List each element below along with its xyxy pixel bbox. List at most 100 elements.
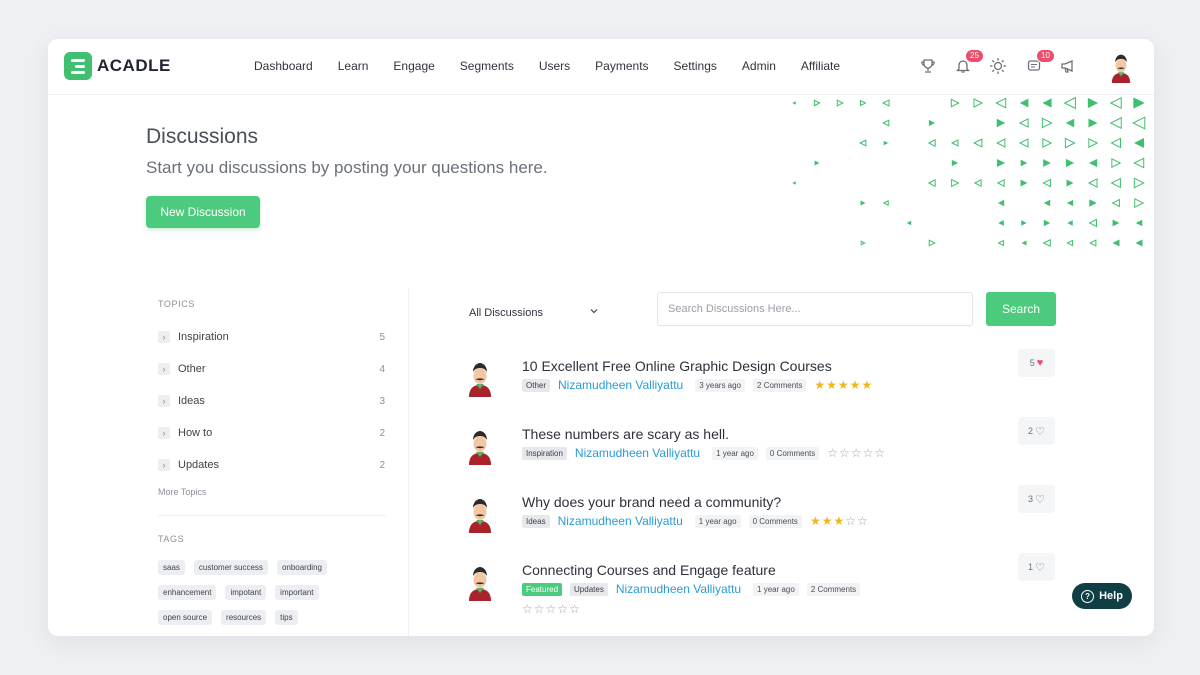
pattern-triangle — [973, 179, 982, 187]
rating-star-icon[interactable]: ☆ — [857, 514, 869, 528]
tag-chip[interactable]: tips — [275, 610, 298, 625]
pattern-triangle — [1135, 239, 1143, 247]
tag-chip[interactable]: saas — [158, 560, 185, 575]
discussion-item[interactable]: Why does your brand need a community? Id… — [460, 485, 1060, 554]
rating-star-icon[interactable]: ☆ — [557, 602, 569, 616]
author-link[interactable]: Nizamudheen Valliyattu — [575, 446, 700, 460]
tag-chip[interactable]: customer success — [193, 560, 268, 575]
rating-star-icon[interactable]: ★ — [838, 378, 850, 392]
nav-learn[interactable]: Learn — [338, 59, 369, 73]
topic-item-other[interactable]: › Other 4 — [158, 353, 398, 385]
author-link[interactable]: Nizamudheen Valliyattu — [558, 514, 683, 528]
author-link[interactable]: Nizamudheen Valliyattu — [558, 378, 683, 392]
rating-star-icon[interactable]: ★ — [826, 378, 838, 392]
author-link[interactable]: Nizamudheen Valliyattu — [616, 582, 741, 596]
rating-star-icon[interactable]: ☆ — [546, 602, 558, 616]
megaphone-icon[interactable] — [1058, 54, 1078, 78]
nav-settings[interactable]: Settings — [674, 59, 717, 73]
rating-star-icon[interactable]: ☆ — [845, 514, 857, 528]
tag-chip[interactable]: onboarding — [276, 560, 327, 575]
rating-star-icon[interactable]: ★ — [810, 514, 822, 528]
topic-item-ideas[interactable]: › Ideas 3 — [158, 385, 398, 417]
discussion-title[interactable]: 10 Excellent Free Online Graphic Design … — [522, 358, 832, 374]
search-button[interactable]: Search — [986, 292, 1056, 326]
discussion-filter-dropdown[interactable]: All Discussions — [469, 302, 599, 324]
discussion-item[interactable]: These numbers are scary as hell. Inspira… — [460, 417, 1060, 486]
category-chip[interactable]: Other — [522, 378, 551, 392]
chevron-right-icon: › — [158, 459, 170, 471]
nav-segments[interactable]: Segments — [460, 59, 514, 73]
tag-chip[interactable]: resources — [221, 610, 267, 625]
sun-icon[interactable] — [988, 54, 1008, 78]
author-avatar[interactable] — [466, 361, 494, 397]
rating-star-icon[interactable]: ☆ — [863, 446, 875, 460]
rating-stars[interactable]: ☆ ☆ ☆ ☆ ☆ — [522, 602, 581, 616]
discussion-title[interactable]: Connecting Courses and Engage feature — [522, 562, 776, 578]
tag-chip[interactable]: enhancement — [158, 585, 217, 600]
category-chip[interactable]: Ideas — [522, 514, 550, 528]
rating-star-icon[interactable]: ★ — [833, 514, 845, 528]
tag-chip[interactable]: important — [275, 585, 319, 600]
nav-users[interactable]: Users — [539, 59, 570, 73]
rating-star-icon[interactable]: ☆ — [522, 602, 534, 616]
tag-cloud: saas customer success onboarding enhance… — [158, 560, 386, 635]
category-chip[interactable]: Inspiration — [522, 446, 567, 460]
new-discussion-button[interactable]: New Discussion — [146, 196, 260, 228]
rating-star-icon[interactable]: ★ — [850, 378, 862, 392]
rating-star-icon[interactable]: ☆ — [839, 446, 851, 460]
author-avatar[interactable] — [466, 497, 494, 533]
rating-stars[interactable]: ★ ★ ★ ★ ★ — [814, 378, 873, 392]
discussion-title[interactable]: Why does your brand need a community? — [522, 494, 781, 510]
nav-admin[interactable]: Admin — [742, 59, 776, 73]
discussion-item[interactable]: Connecting Courses and Engage feature Fe… — [460, 553, 1060, 622]
rating-star-icon[interactable]: ☆ — [851, 446, 863, 460]
comments-count[interactable]: 0 Comments — [748, 514, 802, 528]
nav-affiliate[interactable]: Affiliate — [801, 59, 840, 73]
discussion-item[interactable]: 10 Excellent Free Online Graphic Design … — [460, 349, 1060, 418]
rating-star-icon[interactable]: ★ — [814, 378, 826, 392]
post-time: 1 year ago — [694, 514, 741, 528]
comments-count[interactable]: 0 Comments — [765, 446, 820, 460]
rating-stars[interactable]: ☆ ☆ ☆ ☆ ☆ — [827, 446, 886, 460]
help-button[interactable]: ? Help — [1072, 583, 1132, 609]
rating-star-icon[interactable]: ☆ — [569, 602, 581, 616]
more-topics-link[interactable]: More Topics — [158, 487, 398, 497]
pattern-triangle — [1021, 240, 1027, 246]
rating-star-icon[interactable]: ★ — [822, 514, 834, 528]
author-avatar[interactable] — [466, 429, 494, 465]
topic-item-updates[interactable]: › Updates 2 — [158, 449, 398, 481]
rating-star-icon[interactable]: ☆ — [827, 446, 839, 460]
like-button[interactable]: 1 ♡ — [1018, 553, 1055, 581]
rating-stars[interactable]: ★ ★ ★ ☆ ☆ — [810, 514, 869, 528]
logo[interactable]: ACADLE — [64, 52, 171, 80]
pattern-triangle — [1066, 199, 1074, 207]
rating-star-icon[interactable]: ☆ — [874, 446, 886, 460]
rating-star-icon[interactable]: ★ — [861, 378, 873, 392]
comments-count[interactable]: 2 Comments — [753, 378, 807, 392]
like-button[interactable]: 2 ♡ — [1018, 417, 1055, 445]
nav-engage[interactable]: Engage — [393, 59, 434, 73]
like-button[interactable]: 5 ♥ — [1018, 349, 1055, 377]
nav-dashboard[interactable]: Dashboard — [254, 59, 313, 73]
user-avatar[interactable] — [1108, 53, 1134, 83]
pattern-triangle — [998, 220, 1004, 226]
pattern-triangle — [1109, 116, 1122, 130]
category-chip[interactable]: Featured — [522, 582, 563, 596]
message-icon[interactable]: 10 — [1024, 49, 1055, 78]
like-button[interactable]: 3 ♡ — [1018, 485, 1055, 513]
rating-star-icon[interactable]: ☆ — [534, 602, 546, 616]
pattern-triangle — [1063, 96, 1076, 110]
trophy-icon[interactable] — [918, 54, 938, 78]
bell-icon[interactable]: 25 — [953, 49, 984, 78]
topic-item-inspiration[interactable]: › Inspiration 5 — [158, 321, 398, 353]
discussion-title[interactable]: These numbers are scary as hell. — [522, 426, 729, 442]
nav-payments[interactable]: Payments — [595, 59, 648, 73]
comments-count[interactable]: 2 Comments — [806, 582, 861, 596]
pattern-triangle — [1109, 96, 1122, 110]
search-discussions-input[interactable] — [657, 292, 973, 326]
tag-chip[interactable]: open source — [158, 610, 213, 625]
tag-chip[interactable]: impotant — [225, 585, 267, 600]
topic-item-how-to[interactable]: › How to 2 — [158, 417, 398, 449]
category-chip[interactable]: Updates — [570, 582, 608, 596]
author-avatar[interactable] — [466, 565, 494, 601]
